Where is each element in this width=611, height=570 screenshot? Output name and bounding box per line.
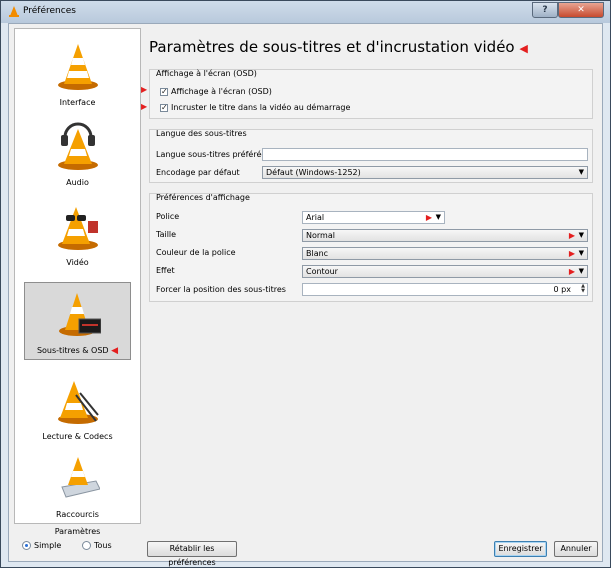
title-bar: Préférences ? ✕: [1, 1, 610, 23]
preferred-language-label: Langue sous-titres préférée: [156, 150, 267, 159]
radio-dot: [22, 541, 31, 550]
radio-simple[interactable]: Simple: [22, 541, 61, 550]
sidebar-item-label: Sous-titres & OSD ◀: [36, 346, 119, 356]
page-title: Paramètres de sous-titres et d'incrustat…: [149, 38, 528, 56]
show-title-checkbox[interactable]: ✓ Incruster le titre dans la vidéo au dé…: [160, 103, 350, 112]
window-title: Préférences: [23, 6, 76, 16]
group-title: Langue des sous-titres: [156, 129, 247, 138]
cone-headphones-icon: [58, 122, 98, 170]
help-button[interactable]: ?: [532, 2, 558, 18]
font-color-select[interactable]: Blanc ▶ ▼: [302, 247, 588, 260]
default-encoding-label: Encodage par défaut: [156, 168, 240, 177]
cone-icon: [58, 44, 98, 90]
close-button[interactable]: ✕: [558, 2, 604, 18]
preferences-window: Préférences ? ✕ Interface Audio Vidéo So…: [0, 0, 611, 568]
checkbox-label: Affichage à l'écran (OSD): [171, 87, 272, 96]
sidebar-item-video[interactable]: Vidéo: [16, 195, 139, 273]
red-arrow-icon: ▶: [568, 231, 575, 240]
chevron-down-icon: ▼: [578, 267, 584, 275]
red-arrow-icon: ▶: [141, 102, 148, 111]
sidebar-item-label: Vidéo: [66, 258, 89, 267]
subtitle-language-group: Langue des sous-titres Langue sous-titre…: [149, 129, 593, 183]
font-color-label: Couleur de la police: [156, 248, 236, 257]
red-arrow-icon: ▶: [141, 85, 148, 94]
chevron-down-icon: ▼: [578, 249, 584, 257]
sidebar-item-label: Lecture & Codecs: [42, 432, 113, 441]
sidebar-item-label: Interface: [59, 98, 96, 107]
cone-glasses-icon: [58, 207, 98, 250]
sidebar-item-audio[interactable]: Audio: [16, 115, 139, 193]
size-label: Taille: [156, 230, 177, 239]
settings-mode-title: Paramètres: [54, 527, 101, 536]
radio-dot: [82, 541, 91, 550]
sidebar-item-playback-codecs[interactable]: Lecture & Codecs: [16, 369, 139, 447]
chevron-down-icon: ▼: [435, 213, 441, 221]
select-value: Arial: [306, 213, 325, 222]
select-value: Normal: [306, 231, 335, 240]
red-arrow-icon: ▶: [568, 249, 575, 258]
osd-group: Affichage à l'écran (OSD) ▶ ✓ Affichage …: [141, 69, 593, 119]
enable-osd-checkbox[interactable]: ✓ Affichage à l'écran (OSD): [160, 87, 272, 96]
select-value: Contour: [306, 267, 338, 276]
sidebar-item-shortcuts[interactable]: Raccourcis: [16, 447, 139, 525]
radio-all[interactable]: Tous: [82, 541, 112, 550]
cone-keyboard-icon: [61, 457, 100, 498]
group-title: Préférences d'affichage: [156, 193, 250, 202]
font-select[interactable]: Arial ▶ ▼: [302, 211, 445, 224]
settings-mode-group: Paramètres Simple Tous: [14, 524, 141, 558]
checkbox-checked: ✓: [160, 102, 168, 112]
cone-cables-icon: [58, 381, 99, 424]
category-sidebar: Interface Audio Vidéo Sous-titres & OSD …: [14, 28, 141, 524]
select-value: Défaut (Windows-1252): [266, 168, 361, 177]
chevron-down-icon: ▼: [578, 231, 584, 239]
radio-simple-label: Simple: [34, 541, 62, 550]
settings-panel: Paramètres de sous-titres et d'incrustat…: [141, 28, 597, 524]
select-value: Blanc: [306, 249, 329, 258]
sidebar-item-label: Audio: [66, 178, 89, 187]
chevron-down-icon: ▼: [578, 168, 584, 176]
default-encoding-select[interactable]: Défaut (Windows-1252) ▼: [262, 166, 588, 179]
effect-label: Effet: [156, 266, 175, 275]
size-select[interactable]: Normal ▶ ▼: [302, 229, 588, 242]
checkbox-checked: ✓: [160, 86, 168, 96]
spin-arrows-icon[interactable]: ▲ ▼: [581, 284, 585, 294]
cone-subtitle-icon: [59, 293, 101, 336]
red-arrow-icon: ◀: [519, 42, 528, 55]
reset-preferences-button[interactable]: Rétablir les préférences: [147, 541, 237, 567]
checkbox-label: Incruster le titre dans la vidéo au déma…: [171, 103, 351, 112]
sidebar-item-interface[interactable]: Interface: [16, 35, 139, 113]
force-position-label: Forcer la position des sous-titres: [156, 285, 286, 294]
preferred-language-input[interactable]: [262, 148, 588, 161]
group-title: Affichage à l'écran (OSD): [156, 69, 257, 78]
force-position-spinbox[interactable]: 0 px ▲ ▼: [302, 283, 588, 296]
vlc-cone-icon: [9, 6, 19, 17]
spinbox-value: 0 px: [553, 285, 571, 294]
red-arrow-icon: ▶: [568, 267, 575, 276]
save-button[interactable]: Enregistrer: [494, 541, 547, 557]
font-label: Police: [156, 212, 180, 221]
radio-all-label: Tous: [94, 541, 112, 550]
sidebar-item-label: Raccourcis: [56, 510, 99, 519]
display-preferences-group: Préférences d'affichage Police Arial ▶ ▼…: [149, 193, 593, 302]
red-arrow-icon: ▶: [425, 213, 432, 222]
red-arrow-icon: ◀: [111, 346, 119, 356]
sidebar-item-subtitles-osd[interactable]: Sous-titres & OSD ◀: [24, 282, 131, 360]
effect-select[interactable]: Contour ▶ ▼: [302, 265, 588, 278]
cancel-button[interactable]: Annuler: [554, 541, 598, 557]
client-area: Interface Audio Vidéo Sous-titres & OSD …: [8, 23, 603, 567]
